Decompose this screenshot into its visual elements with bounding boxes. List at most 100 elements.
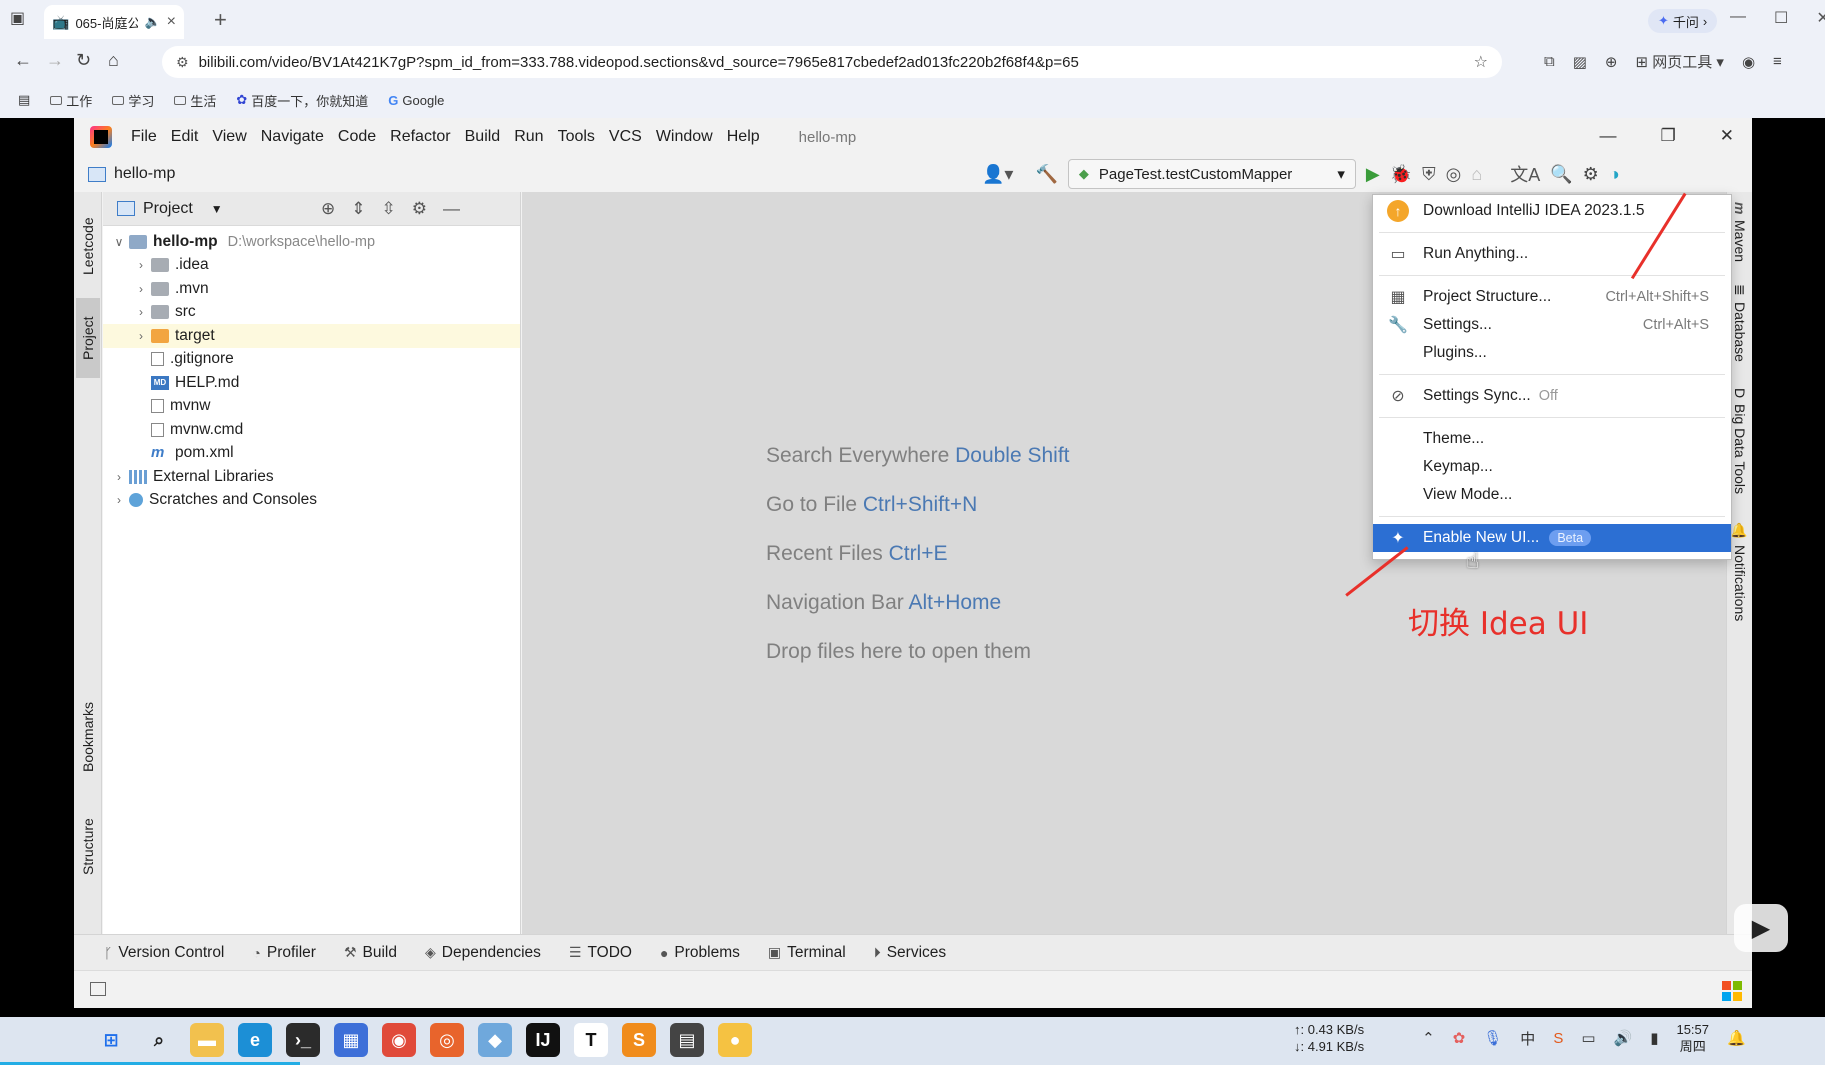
screenshot-icon[interactable]: ▨ <box>1573 53 1587 71</box>
microphone-icon[interactable]: 🎙 <box>1483 1029 1502 1047</box>
sublime-icon[interactable]: S <box>622 1023 656 1057</box>
hide-icon[interactable]: — <box>443 199 460 219</box>
browser-tab[interactable]: 📺 065-尚庭公寓 🔈 × <box>44 5 184 39</box>
expanded-chevron-icon[interactable]: ∨ <box>109 235 129 249</box>
tree-item-src[interactable]: › src <box>103 301 520 325</box>
tool-services[interactable]: ⏵ Services <box>874 944 946 962</box>
notification-icon[interactable]: 🔔 <box>1727 1029 1746 1047</box>
menu-refactor[interactable]: Refactor <box>383 128 457 146</box>
edge-icon[interactable]: e <box>238 1023 272 1057</box>
menu-code[interactable]: Code <box>331 128 383 146</box>
chevron-right-icon[interactable]: › <box>131 329 151 343</box>
hammer-icon[interactable]: 🔨 <box>1035 164 1057 185</box>
bookmark-study[interactable]: 学习 <box>112 91 154 110</box>
menu-help[interactable]: Help <box>720 128 767 146</box>
forward-icon[interactable]: → <box>46 50 64 71</box>
locate-icon[interactable]: ⊕ <box>321 199 335 219</box>
coverage-icon[interactable]: ⛨ <box>1422 164 1436 185</box>
chevron-right-icon[interactable]: › <box>109 470 129 484</box>
file-explorer-icon[interactable]: ▬ <box>190 1023 224 1057</box>
menu-window[interactable]: Window <box>649 128 720 146</box>
collapse-all-icon[interactable]: ⇳ <box>382 199 396 219</box>
restore-icon[interactable]: ❐ <box>1661 126 1676 146</box>
chevron-up-icon[interactable]: ⌃ <box>1422 1029 1435 1047</box>
minimize-icon[interactable]: — <box>1600 126 1617 146</box>
bookmark-google[interactable]: G Google <box>388 93 444 108</box>
qianwen-button[interactable]: ✦ 千问 › <box>1648 9 1718 33</box>
tree-item-target[interactable]: › target <box>103 324 520 348</box>
tab-leetcode[interactable]: Leetcode <box>76 200 100 292</box>
menu-file[interactable]: File <box>124 128 164 146</box>
speaker-icon[interactable]: 🔈 <box>144 14 160 30</box>
new-tab-button[interactable]: + <box>214 7 227 33</box>
menu-navigate[interactable]: Navigate <box>254 128 331 146</box>
tree-item-mvnw-cmd[interactable]: mvnw.cmd <box>103 418 520 442</box>
download-icon[interactable]: ⊕ <box>1605 53 1618 71</box>
minimize-icon[interactable]: — <box>1730 8 1746 28</box>
display-icon[interactable]: ▭ <box>1581 1029 1595 1047</box>
menu-vcs[interactable]: VCS <box>602 128 649 146</box>
chrome-icon[interactable]: ◉ <box>382 1023 416 1057</box>
menu-view[interactable]: View <box>205 128 253 146</box>
battery-icon[interactable]: ▮ <box>1650 1029 1658 1047</box>
run-icon[interactable]: ▶ <box>1366 164 1380 185</box>
navicat-icon[interactable]: ● <box>718 1023 752 1057</box>
gear-icon[interactable]: ⚙ <box>1583 164 1599 185</box>
extensions-icon[interactable]: ⧉ <box>1544 53 1555 70</box>
gear-icon[interactable]: ⚙ <box>412 199 427 219</box>
menu-edit[interactable]: Edit <box>164 128 206 146</box>
breadcrumb[interactable]: hello-mp <box>88 165 175 183</box>
tool-profiler[interactable]: ◔ Profiler <box>252 944 316 962</box>
expand-all-icon[interactable]: ⇕ <box>351 199 365 219</box>
intellij-taskbar-icon[interactable]: IJ <box>526 1023 560 1057</box>
chevron-right-icon[interactable]: › <box>131 282 151 296</box>
tab-project[interactable]: Project <box>76 298 100 378</box>
avatar[interactable]: ◉ <box>1742 53 1755 71</box>
start-icon[interactable]: ⊞ <box>94 1023 128 1057</box>
tree-item-hello-mp[interactable]: ∨ hello-mp D:\workspace\hello-mp <box>103 230 520 254</box>
tool-dependencies[interactable]: ◈ Dependencies <box>425 944 541 962</box>
store-icon[interactable]: ▦ <box>334 1023 368 1057</box>
menu-settings[interactable]: 🔧 Settings... Ctrl+Alt+S <box>1373 311 1731 339</box>
tool-version-control[interactable]: ᚴ Version Control <box>104 944 224 962</box>
tree-item-gitignore[interactable]: .gitignore <box>103 348 520 372</box>
close-icon[interactable]: ✕ <box>1816 8 1825 28</box>
search-icon[interactable]: ⌕ <box>142 1023 176 1057</box>
close-icon[interactable]: ✕ <box>1720 126 1734 146</box>
tree-item-pom[interactable]: m pom.xml <box>103 442 520 466</box>
menu-view-mode[interactable]: View Mode... <box>1373 481 1731 509</box>
tool-problems[interactable]: ● Problems <box>660 944 740 962</box>
menu-keymap[interactable]: Keymap... <box>1373 453 1731 481</box>
project-panel-title[interactable]: Project <box>143 200 193 218</box>
typora-icon[interactable]: T <box>574 1023 608 1057</box>
tree-item-scratches[interactable]: › Scratches and Consoles <box>103 489 520 513</box>
run-configuration-select[interactable]: ◆ PageTest.testCustomMapper ▾ <box>1067 159 1356 189</box>
tree-item-external-libraries[interactable]: › External Libraries <box>103 465 520 489</box>
user-icon[interactable]: 👤▾ <box>982 164 1013 185</box>
close-tab-icon[interactable]: × <box>167 13 176 31</box>
ubuntu-icon[interactable]: ◎ <box>430 1023 464 1057</box>
translate-icon[interactable]: 文A <box>1510 161 1540 187</box>
chevron-right-icon[interactable]: › <box>131 258 151 272</box>
search-icon[interactable]: 🔍 <box>1550 164 1572 185</box>
back-icon[interactable]: ← <box>14 50 32 71</box>
menu-project-structure[interactable]: ▦ Project Structure... Ctrl+Alt+Shift+S <box>1373 283 1731 311</box>
bookmark-baidu[interactable]: ✿ 百度一下，你就知道 <box>236 91 368 110</box>
web-tools-button[interactable]: ⊞ 网页工具 ▾ <box>1635 51 1723 72</box>
tool-terminal[interactable]: ▣ Terminal <box>768 944 846 962</box>
tree-item-mvnw[interactable]: mvnw <box>103 395 520 419</box>
home-icon[interactable]: ⌂ <box>108 50 119 71</box>
chevron-right-icon[interactable]: › <box>131 305 151 319</box>
profiler-icon[interactable]: ◎ <box>1446 164 1462 185</box>
tree-item-idea[interactable]: › .idea <box>103 254 520 278</box>
menu-enable-new-ui[interactable]: ✦ Enable New UI... Beta <box>1373 524 1731 552</box>
screen-tool-icon[interactable]: ▤ <box>670 1023 704 1057</box>
address-bar[interactable]: ⚙ bilibili.com/video/BV1At421K7gP?spm_id… <box>162 46 1502 78</box>
debug-icon[interactable]: 🐞 <box>1390 164 1412 185</box>
bookmark-life[interactable]: 生活 <box>174 91 216 110</box>
codewithme-icon[interactable]: ◑ <box>1609 164 1620 185</box>
chevron-down-icon[interactable]: ▼ <box>211 202 223 216</box>
tray-app-icon[interactable]: ✿ <box>1453 1029 1466 1047</box>
sogou-icon[interactable]: S <box>1553 1030 1563 1047</box>
toggle-tool-windows-icon[interactable] <box>90 982 106 996</box>
